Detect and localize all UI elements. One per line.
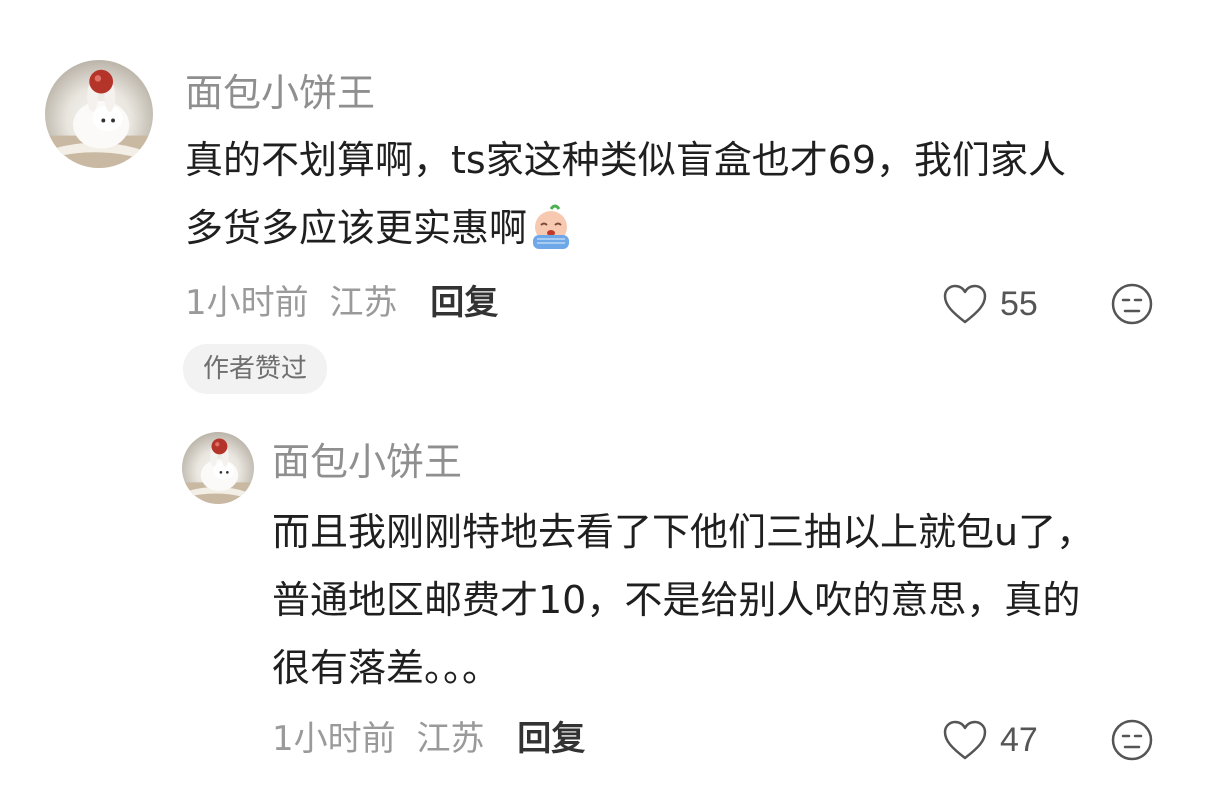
bunny-avatar-image (182, 438, 254, 504)
like-button[interactable]: 47 (942, 718, 1038, 762)
username[interactable]: 面包小饼王 (185, 74, 375, 112)
comment-line: 而且我刚刚特地去看了下他们三抽以上就包u了， (272, 510, 1095, 554)
location: 江苏 (416, 719, 485, 759)
username[interactable]: 面包小饼王 (272, 443, 462, 481)
comment-line-text: 多货多应该更实惠啊 (185, 206, 528, 250)
author-liked-badge: 作者赞过 (183, 344, 328, 394)
timestamp: 1小时前 (185, 283, 309, 323)
dislike-button[interactable] (1110, 718, 1154, 762)
comment-text: 真的不划算啊，ts家这种类似盲盒也才69，我们家人 多货多应该更实惠啊 (185, 126, 1066, 262)
dislike-button[interactable] (1110, 282, 1154, 326)
comment-text: 而且我刚刚特地去看了下他们三抽以上就包u了， 普通地区邮费才10，不是给别人吹的… (272, 498, 1094, 702)
comment-line: 真的不划算啊，ts家这种类似盲盒也才69，我们家人 (185, 138, 1067, 182)
reply-button[interactable]: 回复 (430, 283, 498, 323)
crying-face-emoji-icon (527, 203, 575, 251)
heart-outline-icon (943, 284, 987, 324)
avatar[interactable] (182, 432, 254, 504)
comment-meta: 1小时前 江苏 回复 (185, 286, 498, 320)
like-button[interactable]: 55 (942, 282, 1038, 326)
comment-line: 很有落差。。。 (272, 646, 501, 690)
unamused-face-icon (1111, 283, 1153, 325)
comment-line: 普通地区邮费才10，不是给别人吹的意思，真的 (272, 578, 1081, 622)
comment-meta: 1小时前 江苏 回复 (272, 722, 585, 756)
location: 江苏 (329, 283, 398, 323)
reply-button[interactable]: 回复 (517, 719, 585, 759)
comment-line: 多货多应该更实惠啊 (185, 194, 1066, 262)
like-count: 47 (1000, 720, 1038, 759)
timestamp: 1小时前 (272, 719, 396, 759)
bunny-avatar-image (45, 69, 153, 168)
unamused-face-icon (1111, 719, 1153, 761)
like-count: 55 (1000, 284, 1038, 323)
avatar[interactable] (45, 60, 153, 168)
heart-outline-icon (943, 720, 987, 760)
